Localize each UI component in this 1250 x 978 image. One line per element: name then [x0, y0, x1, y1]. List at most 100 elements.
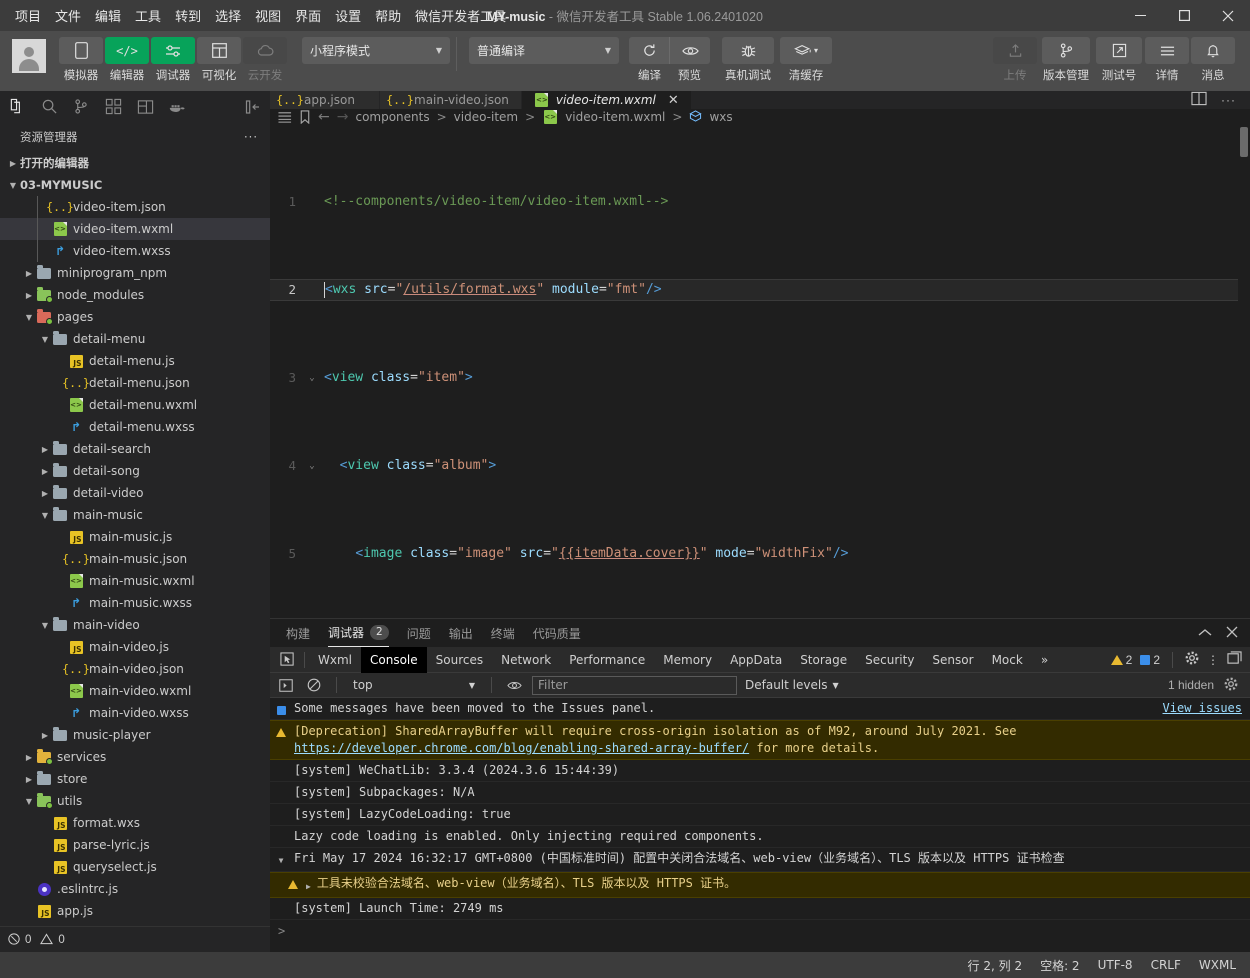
clear-console-icon[interactable]	[304, 676, 324, 694]
tree-item-miniprogram-npm[interactable]: ▶ miniprogram_npm	[0, 262, 270, 284]
devtools-tab-wxml[interactable]: Wxml	[309, 647, 361, 673]
collapse-panel-icon[interactable]	[1198, 626, 1212, 640]
devtools-tab-console[interactable]: Console	[361, 646, 427, 673]
debugger-button[interactable]: 调试器	[150, 37, 196, 83]
tree-item-main-video-json[interactable]: {..} main-video.json	[0, 658, 270, 680]
editor-button[interactable]: </> 编辑器	[104, 37, 150, 83]
tree-item-app-js[interactable]: JS app.js	[0, 900, 270, 922]
simulator-button[interactable]: 模拟器	[58, 37, 104, 83]
console-filter-input[interactable]: Filter	[532, 675, 737, 695]
upload-button[interactable]: 上传	[992, 37, 1038, 83]
close-panel-icon[interactable]	[1226, 626, 1238, 641]
docker-icon[interactable]	[168, 98, 186, 116]
console-context-select[interactable]: top ▼	[349, 676, 479, 694]
tree-item-utils[interactable]: ▼ utils	[0, 790, 270, 812]
panel-tab-debugger[interactable]: 调试器 2	[328, 619, 389, 647]
tree-item-detail-video[interactable]: ▶ detail-video	[0, 482, 270, 504]
project-root-section[interactable]: ▼ 03-MYMUSIC	[0, 174, 270, 196]
chevron-right-icon[interactable]: ▶	[22, 291, 36, 300]
devtools-tab-network[interactable]: Network	[492, 647, 560, 673]
chevron-down-icon[interactable]: ▼	[22, 797, 36, 806]
source-control-icon[interactable]	[72, 98, 90, 116]
split-editor-icon[interactable]	[1191, 91, 1207, 109]
tree-item-main-music[interactable]: ▼ main-music	[0, 504, 270, 526]
layout-icon[interactable]	[136, 98, 154, 116]
minimize-button[interactable]	[1118, 0, 1162, 31]
details-button[interactable]: 详情	[1144, 37, 1190, 83]
chevron-down-icon[interactable]: ▼	[38, 621, 52, 630]
status-eol[interactable]: CRLF	[1151, 958, 1181, 972]
tree-item-main-music-wxss[interactable]: ↱ main-music.wxss	[0, 592, 270, 614]
console-message-group[interactable]: ▼ Fri May 17 2024 16:32:17 GMT+0800 (中国标…	[270, 848, 1250, 872]
devtools-tab-appdata[interactable]: AppData	[721, 647, 791, 673]
explorer-more-icon[interactable]: ···	[244, 130, 258, 144]
mode-select[interactable]: 小程序模式 ▼	[302, 37, 450, 64]
tree-item-format-wxs[interactable]: JS format.wxs	[0, 812, 270, 834]
chevron-down-icon[interactable]: ▼	[22, 313, 36, 322]
breadcrumb-item-file[interactable]: video-item.wxml	[565, 110, 665, 124]
fold-toggle[interactable]: ⌄	[304, 367, 320, 389]
tree-item-main-music-js[interactable]: JS main-music.js	[0, 526, 270, 548]
tree-item-node-modules[interactable]: ▶ node_modules	[0, 284, 270, 306]
menu-item-goto[interactable]: 转到	[168, 2, 208, 29]
tree-item-main-music-json[interactable]: {..} main-music.json	[0, 548, 270, 570]
console-output[interactable]: Some messages have been moved to the Iss…	[270, 698, 1250, 952]
menu-item-view[interactable]: 视图	[248, 2, 288, 29]
chevron-right-icon[interactable]: ▶	[22, 269, 36, 278]
tab-app-json[interactable]: {..} app.json	[270, 91, 380, 109]
breadcrumb-item-video-item[interactable]: video-item	[454, 110, 518, 124]
menu-item-settings[interactable]: 设置	[328, 2, 368, 29]
devtools-tab-performance[interactable]: Performance	[560, 647, 654, 673]
tree-item-detail-menu-wxml[interactable]: <> detail-menu.wxml	[0, 394, 270, 416]
tree-item-detail-menu[interactable]: ▼ detail-menu	[0, 328, 270, 350]
console-settings-icon[interactable]	[1224, 677, 1238, 694]
search-icon[interactable]	[40, 98, 58, 116]
panel-tab-code-quality[interactable]: 代码质量	[533, 619, 581, 647]
devtools-tab-sensor[interactable]: Sensor	[923, 647, 982, 673]
info-count-chip[interactable]: 2	[1140, 653, 1160, 667]
panel-tab-output[interactable]: 输出	[449, 619, 473, 647]
chevron-right-icon[interactable]: ▶	[38, 489, 52, 498]
menu-item-help[interactable]: 帮助	[368, 2, 408, 29]
navigate-forward-icon[interactable]: →	[337, 109, 349, 125]
tree-item-video-item-json[interactable]: {..} video-item.json	[0, 196, 270, 218]
menu-item-devtools[interactable]: 微信开发者工具	[408, 2, 513, 29]
open-editors-section[interactable]: ▶ 打开的编辑器	[0, 152, 270, 174]
tree-item-video-item-wxss[interactable]: ↱ video-item.wxss	[0, 240, 270, 262]
cloud-dev-button[interactable]: 云开发	[242, 37, 288, 83]
menu-item-select[interactable]: 选择	[208, 2, 248, 29]
clear-cache-button[interactable]: ▾ 清缓存	[780, 37, 832, 83]
tab-main-video-json[interactable]: {..} main-video.json	[380, 91, 522, 109]
tree-item-detail-menu-wxss[interactable]: ↱ detail-menu.wxss	[0, 416, 270, 438]
menu-item-interface[interactable]: 界面	[288, 2, 328, 29]
outline-list-icon[interactable]	[278, 111, 292, 123]
navigate-back-icon[interactable]: ←	[318, 109, 330, 125]
messages-button[interactable]: 消息	[1190, 37, 1236, 83]
close-icon[interactable]: ✕	[668, 93, 679, 108]
tree-item-detail-song[interactable]: ▶ detail-song	[0, 460, 270, 482]
tree-item--eslintrc-js[interactable]: .eslintrc.js	[0, 878, 270, 900]
tree-item-pages[interactable]: ▼ pages	[0, 306, 270, 328]
code-editor[interactable]: 1 <!--components/video-item/video-item.w…	[270, 125, 1250, 618]
chevron-right-icon[interactable]: ▶	[38, 467, 52, 476]
chevron-right-icon[interactable]: ▶	[22, 753, 36, 762]
chevron-right-icon[interactable]: ▶	[38, 731, 52, 740]
status-language-mode[interactable]: WXML	[1199, 958, 1236, 972]
panel-tab-build[interactable]: 构建	[286, 619, 310, 647]
expand-icon[interactable]: ▶	[306, 875, 311, 895]
collapse-sidebar-icon[interactable]	[244, 98, 262, 116]
status-cursor-position[interactable]: 行 2, 列 2	[968, 957, 1023, 974]
devtools-tab-mock[interactable]: Mock	[983, 647, 1032, 673]
scrollbar-thumb[interactable]	[1240, 127, 1248, 157]
console-levels-select[interactable]: Default levels ▼	[745, 678, 839, 692]
tree-item-music-player[interactable]: ▶ music-player	[0, 724, 270, 746]
test-account-button[interactable]: 测试号	[1094, 37, 1144, 83]
warning-count-chip[interactable]: 2	[1110, 653, 1132, 667]
maximize-button[interactable]	[1162, 0, 1206, 31]
devtools-tabs-overflow[interactable]: »	[1032, 647, 1057, 673]
deprecation-link[interactable]: https://developer.chrome.com/blog/enabli…	[294, 741, 749, 755]
tree-item-main-music-wxml[interactable]: <> main-music.wxml	[0, 570, 270, 592]
file-tree[interactable]: {..} video-item.json <> video-item.wxml ↱ vid…	[0, 196, 270, 926]
compile-button[interactable]	[629, 37, 669, 64]
tree-item-detail-menu-js[interactable]: JS detail-menu.js	[0, 350, 270, 372]
